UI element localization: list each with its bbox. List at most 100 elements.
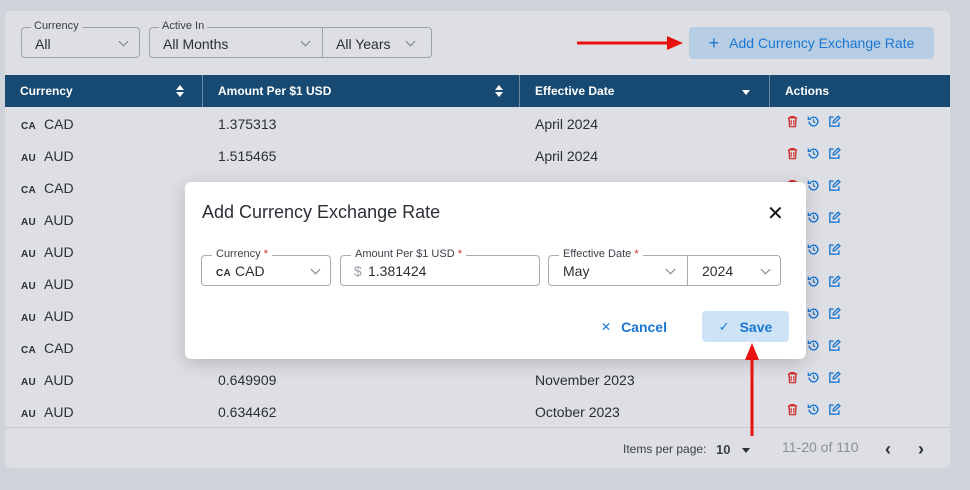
caret-down-icon [742, 448, 750, 453]
currency-code: AU [21, 313, 37, 324]
history-button[interactable] [807, 403, 820, 416]
currency-cell: AU AUD [21, 244, 74, 260]
chevron-down-icon [118, 36, 129, 47]
edit-button[interactable] [828, 211, 841, 224]
edit-icon [829, 275, 841, 287]
dialog-title: Add Currency Exchange Rate [202, 202, 441, 222]
previous-page-button[interactable]: ‹ [885, 440, 891, 458]
history-button[interactable] [807, 147, 820, 160]
currency-field-label: Currency * [212, 248, 272, 260]
currency-code: CA [21, 121, 37, 132]
trash-icon [787, 115, 798, 128]
chevron-down-icon [300, 36, 311, 47]
currency-cell: CA CAD [21, 180, 74, 196]
month-select[interactable]: May [549, 256, 687, 285]
history-icon [807, 180, 819, 191]
column-header-amount[interactable]: Amount Per $1 USD [202, 75, 519, 107]
amount-cell: 0.634462 [218, 404, 277, 420]
currency-field-value: CA CAD [216, 263, 265, 279]
row-actions [786, 147, 841, 160]
annotation-arrow-right [577, 36, 683, 50]
edit-icon [829, 371, 841, 383]
edit-button[interactable] [828, 371, 841, 384]
amount-field-label: Amount Per $1 USD * [351, 248, 466, 260]
next-page-button[interactable]: › [918, 440, 924, 458]
month-select[interactable]: All Months [150, 28, 322, 57]
close-icon[interactable]: ✕ [767, 201, 784, 226]
items-per-page-value: 10 [716, 442, 731, 457]
row-actions [786, 403, 841, 416]
delete-button[interactable] [786, 403, 799, 416]
active-in-filter: Active In All Months All Years [149, 20, 432, 58]
history-button[interactable] [807, 339, 820, 352]
table-row: AU AUD 0.634462 October 2023 [5, 395, 950, 427]
date-cell: April 2024 [535, 116, 599, 132]
edit-button[interactable] [828, 147, 841, 160]
currency-filter[interactable]: Currency All [21, 20, 140, 58]
trash-icon [787, 403, 798, 416]
column-header-label: Effective Date [535, 84, 615, 98]
row-actions [786, 371, 841, 384]
history-button[interactable] [807, 179, 820, 192]
sort-icon [176, 92, 184, 97]
edit-icon [829, 179, 841, 191]
add-exchange-rate-dialog: Add Currency Exchange Rate ✕ Currency * … [185, 182, 806, 359]
sort-icon [495, 85, 503, 90]
edit-button[interactable] [828, 403, 841, 416]
history-button[interactable] [807, 211, 820, 224]
delete-button[interactable] [786, 147, 799, 160]
currency-code: AU [21, 281, 37, 292]
edit-icon [829, 339, 841, 351]
save-label: Save [739, 318, 773, 335]
year-select[interactable]: All Years [322, 28, 432, 57]
edit-button[interactable] [828, 179, 841, 192]
history-button[interactable] [807, 243, 820, 256]
history-icon [807, 148, 819, 159]
year-value: 2024 [702, 263, 734, 279]
currency-code: CA [21, 185, 37, 196]
edit-button[interactable] [828, 307, 841, 320]
delete-button[interactable] [786, 115, 799, 128]
currency-cell: AU AUD [21, 372, 74, 388]
history-icon [807, 276, 819, 287]
currency-code: AU [21, 217, 37, 228]
cancel-button[interactable]: ✕ Cancel [593, 311, 675, 342]
history-icon [807, 244, 819, 255]
save-button[interactable]: ✓ Save [702, 311, 789, 342]
history-button[interactable] [807, 307, 820, 320]
currency-select[interactable]: Currency * CA CAD [201, 248, 331, 286]
edit-button[interactable] [828, 243, 841, 256]
history-button[interactable] [807, 275, 820, 288]
edit-button[interactable] [828, 339, 841, 352]
table-header: Currency Amount Per $1 USD Effective Dat… [5, 75, 950, 107]
date-cell: November 2023 [535, 372, 635, 388]
column-header-currency[interactable]: Currency [5, 75, 202, 107]
items-per-page-label: Items per page: [623, 442, 707, 456]
amount-input[interactable]: Amount Per $1 USD * $ 1.381424 [340, 248, 540, 286]
currency-cell: AU AUD [21, 404, 74, 420]
chevron-down-icon [665, 264, 676, 275]
edit-button[interactable] [828, 275, 841, 288]
history-button[interactable] [807, 115, 820, 128]
column-header-effective-date[interactable]: Effective Date [519, 75, 769, 107]
currency-name: AUD [44, 148, 74, 164]
table-row: AU AUD 0.649909 November 2023 [5, 363, 950, 395]
currency-filter-value: All [35, 36, 51, 52]
currency-code: AU [21, 249, 37, 260]
items-per-page-select[interactable]: 10 [716, 440, 756, 458]
currency-name: AUD [44, 276, 74, 292]
add-currency-exchange-rate-button[interactable]: + Add Currency Exchange Rate [689, 27, 934, 59]
delete-button[interactable] [786, 371, 799, 384]
currency-name: AUD [44, 372, 74, 388]
currency-cell: AU AUD [21, 148, 74, 164]
history-button[interactable] [807, 371, 820, 384]
currency-name: AUD [44, 212, 74, 228]
pagination-bar: Items per page: 10 11-20 of 110 ‹ › [5, 427, 950, 468]
close-icon: ✕ [601, 319, 612, 334]
currency-name: AUD [44, 244, 74, 260]
currency-name: CAD [44, 116, 74, 132]
currency-code: AU [21, 153, 37, 164]
edit-button[interactable] [828, 115, 841, 128]
currency-filter-label: Currency [31, 20, 82, 32]
year-select[interactable]: 2024 [687, 256, 781, 285]
